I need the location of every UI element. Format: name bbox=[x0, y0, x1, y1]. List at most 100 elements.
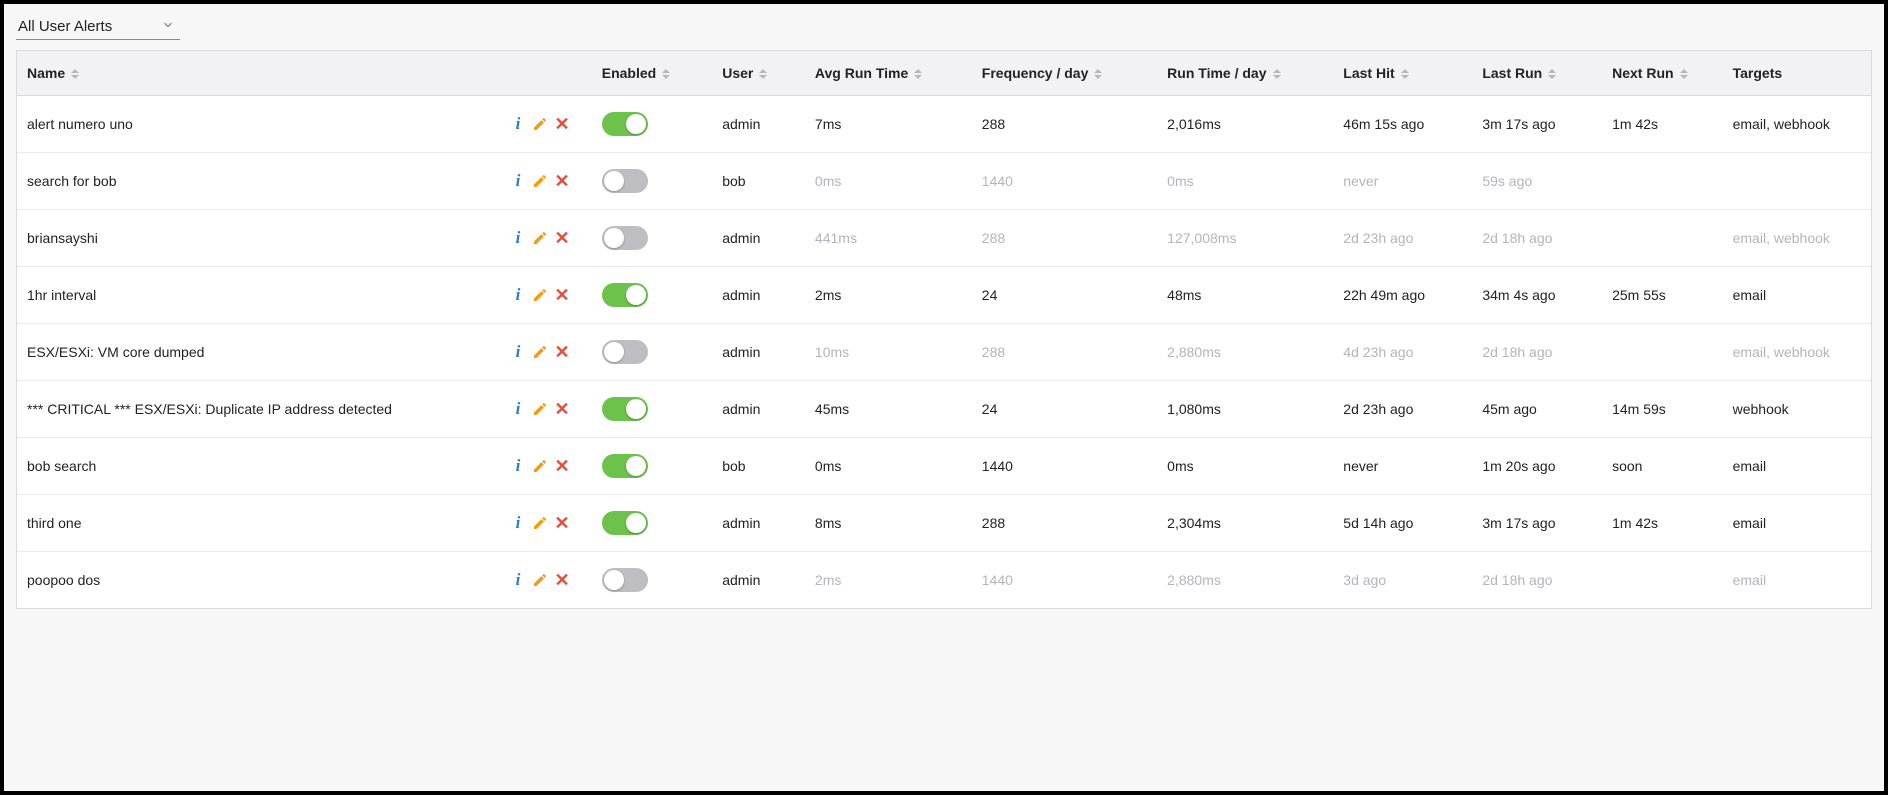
col-header-actions bbox=[499, 51, 592, 96]
cell-last-run: 1m 20s ago bbox=[1472, 438, 1602, 495]
last-hit-value: 4d 23h ago bbox=[1343, 344, 1413, 360]
cell-run-time-day: 0ms bbox=[1157, 153, 1333, 210]
sort-icon bbox=[1401, 69, 1409, 79]
freq-value: 24 bbox=[982, 287, 998, 303]
enabled-toggle[interactable] bbox=[602, 112, 648, 136]
edit-icon[interactable] bbox=[531, 343, 549, 361]
delete-icon[interactable]: ✕ bbox=[553, 286, 571, 304]
info-icon[interactable]: i bbox=[509, 400, 527, 418]
enabled-toggle[interactable] bbox=[602, 283, 648, 307]
last-hit-value: 2d 23h ago bbox=[1343, 230, 1413, 246]
user-value: admin bbox=[722, 344, 760, 360]
info-icon[interactable]: i bbox=[509, 457, 527, 475]
col-header-label: Last Hit bbox=[1343, 65, 1394, 81]
enabled-toggle[interactable] bbox=[602, 226, 648, 250]
cell-last-run: 34m 4s ago bbox=[1472, 267, 1602, 324]
cell-last-hit: 2d 23h ago bbox=[1333, 210, 1472, 267]
enabled-toggle[interactable] bbox=[602, 454, 648, 478]
col-header-last-hit[interactable]: Last Hit bbox=[1333, 51, 1472, 96]
cell-name: 1hr interval bbox=[17, 267, 499, 324]
col-header-last-run[interactable]: Last Run bbox=[1472, 51, 1602, 96]
table-header-row: Name Enabled User Avg Run Time Frequency… bbox=[17, 51, 1871, 96]
delete-icon[interactable]: ✕ bbox=[553, 457, 571, 475]
delete-icon[interactable]: ✕ bbox=[553, 571, 571, 589]
delete-icon[interactable]: ✕ bbox=[553, 343, 571, 361]
last-hit-value: never bbox=[1343, 173, 1378, 189]
alert-name: briansayshi bbox=[27, 230, 98, 246]
cell-targets: email, webhook bbox=[1723, 210, 1871, 267]
cell-user: admin bbox=[712, 552, 805, 609]
col-header-label: Run Time / day bbox=[1167, 65, 1266, 81]
sort-icon bbox=[914, 69, 922, 79]
cell-frequency: 288 bbox=[972, 96, 1157, 153]
last-hit-value: 2d 23h ago bbox=[1343, 401, 1413, 417]
alert-name: 1hr interval bbox=[27, 287, 96, 303]
user-value: admin bbox=[722, 287, 760, 303]
targets-value: email bbox=[1733, 515, 1766, 531]
table-row: alert numero unoi✕admin7ms2882,016ms46m … bbox=[17, 96, 1871, 153]
delete-icon[interactable]: ✕ bbox=[553, 400, 571, 418]
cell-name: search for bob bbox=[17, 153, 499, 210]
edit-icon[interactable] bbox=[531, 229, 549, 247]
edit-icon[interactable] bbox=[531, 172, 549, 190]
filter-select[interactable]: All User Alerts bbox=[16, 16, 180, 40]
col-header-user[interactable]: User bbox=[712, 51, 805, 96]
cell-name: third one bbox=[17, 495, 499, 552]
cell-actions: i✕ bbox=[499, 552, 592, 609]
cell-enabled bbox=[592, 552, 713, 609]
col-header-enabled[interactable]: Enabled bbox=[592, 51, 713, 96]
user-value: admin bbox=[722, 515, 760, 531]
edit-icon[interactable] bbox=[531, 457, 549, 475]
cell-last-run: 2d 18h ago bbox=[1472, 324, 1602, 381]
freq-value: 1440 bbox=[982, 173, 1013, 189]
last-hit-value: 22h 49m ago bbox=[1343, 287, 1425, 303]
info-icon[interactable]: i bbox=[509, 172, 527, 190]
enabled-toggle[interactable] bbox=[602, 568, 648, 592]
avg-value: 45ms bbox=[815, 401, 849, 417]
info-icon[interactable]: i bbox=[509, 571, 527, 589]
cell-next-run bbox=[1602, 324, 1723, 381]
cell-user: admin bbox=[712, 495, 805, 552]
sort-icon bbox=[1094, 69, 1102, 79]
targets-value: email, webhook bbox=[1733, 344, 1830, 360]
edit-icon[interactable] bbox=[531, 514, 549, 532]
app-frame: All User Alerts Name Enabled User Avg Ru… bbox=[4, 4, 1884, 791]
cell-run-time-day: 127,008ms bbox=[1157, 210, 1333, 267]
last-hit-value: 5d 14h ago bbox=[1343, 515, 1413, 531]
cell-actions: i✕ bbox=[499, 210, 592, 267]
edit-icon[interactable] bbox=[531, 286, 549, 304]
alert-name: *** CRITICAL *** ESX/ESXi: Duplicate IP … bbox=[27, 401, 392, 417]
freq-value: 288 bbox=[982, 230, 1005, 246]
info-icon[interactable]: i bbox=[509, 343, 527, 361]
edit-icon[interactable] bbox=[531, 400, 549, 418]
delete-icon[interactable]: ✕ bbox=[553, 229, 571, 247]
col-header-label: Targets bbox=[1733, 65, 1783, 81]
cell-next-run: 1m 42s bbox=[1602, 495, 1723, 552]
cell-frequency: 288 bbox=[972, 210, 1157, 267]
cell-enabled bbox=[592, 267, 713, 324]
cell-run-time-day: 2,880ms bbox=[1157, 552, 1333, 609]
user-value: admin bbox=[722, 116, 760, 132]
enabled-toggle[interactable] bbox=[602, 511, 648, 535]
info-icon[interactable]: i bbox=[509, 514, 527, 532]
delete-icon[interactable]: ✕ bbox=[553, 514, 571, 532]
info-icon[interactable]: i bbox=[509, 229, 527, 247]
delete-icon[interactable]: ✕ bbox=[553, 172, 571, 190]
edit-icon[interactable] bbox=[531, 571, 549, 589]
info-icon[interactable]: i bbox=[509, 286, 527, 304]
next-run-value: 25m 55s bbox=[1612, 287, 1666, 303]
col-header-next-run[interactable]: Next Run bbox=[1602, 51, 1723, 96]
edit-icon[interactable] bbox=[531, 115, 549, 133]
col-header-avg-run-time[interactable]: Avg Run Time bbox=[805, 51, 972, 96]
info-icon[interactable]: i bbox=[509, 115, 527, 133]
next-run-value: 14m 59s bbox=[1612, 401, 1666, 417]
col-header-name[interactable]: Name bbox=[17, 51, 499, 96]
delete-icon[interactable]: ✕ bbox=[553, 115, 571, 133]
cell-next-run: 1m 42s bbox=[1602, 96, 1723, 153]
enabled-toggle[interactable] bbox=[602, 169, 648, 193]
col-header-run-time-day[interactable]: Run Time / day bbox=[1157, 51, 1333, 96]
col-header-frequency[interactable]: Frequency / day bbox=[972, 51, 1157, 96]
cell-targets: email bbox=[1723, 267, 1871, 324]
enabled-toggle[interactable] bbox=[602, 397, 648, 421]
enabled-toggle[interactable] bbox=[602, 340, 648, 364]
